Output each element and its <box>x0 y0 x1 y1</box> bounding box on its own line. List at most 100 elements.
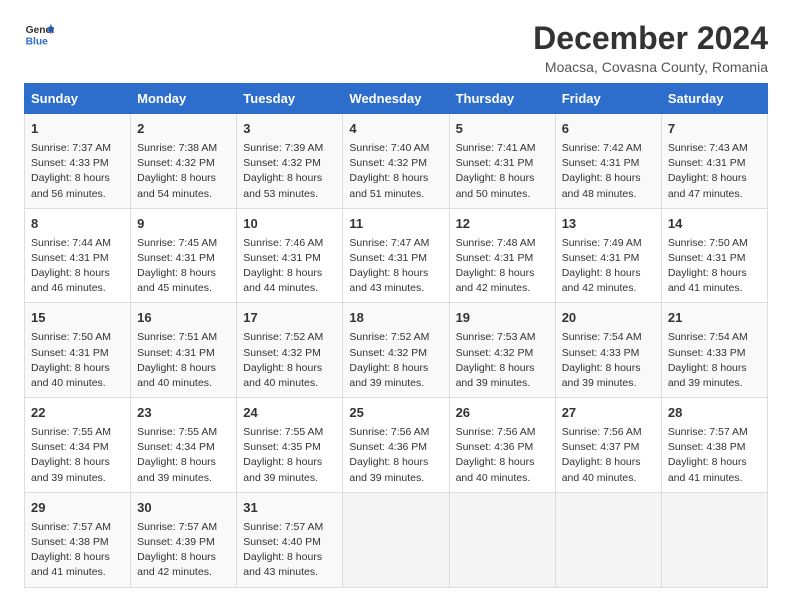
calendar-day: 11Sunrise: 7:47 AMSunset: 4:31 PMDayligh… <box>343 208 449 303</box>
weekday-header-wednesday: Wednesday <box>343 84 449 114</box>
calendar-table: SundayMondayTuesdayWednesdayThursdayFrid… <box>24 83 768 588</box>
daylight-text: Daylight: 8 hours and 39 minutes. <box>31 455 124 485</box>
sunrise-text: Sunrise: 7:56 AM <box>456 425 549 440</box>
day-number: 9 <box>137 215 230 234</box>
day-content: Sunrise: 7:54 AMSunset: 4:33 PMDaylight:… <box>562 330 655 391</box>
calendar-week-4: 22Sunrise: 7:55 AMSunset: 4:34 PMDayligh… <box>25 398 768 493</box>
day-content: Sunrise: 7:53 AMSunset: 4:32 PMDaylight:… <box>456 330 549 391</box>
sunrise-text: Sunrise: 7:52 AM <box>243 330 336 345</box>
calendar-day: 13Sunrise: 7:49 AMSunset: 4:31 PMDayligh… <box>555 208 661 303</box>
sunset-text: Sunset: 4:34 PM <box>31 440 124 455</box>
sunset-text: Sunset: 4:38 PM <box>31 535 124 550</box>
day-content: Sunrise: 7:50 AMSunset: 4:31 PMDaylight:… <box>31 330 124 391</box>
calendar-day: 4Sunrise: 7:40 AMSunset: 4:32 PMDaylight… <box>343 114 449 209</box>
calendar-day: 17 Sunrise: 7:52 AMSunset: 4:32 PMDayligh… <box>237 303 343 398</box>
subtitle: Moacsa, Covasna County, Romania <box>533 59 768 75</box>
calendar-day: 21Sunrise: 7:54 AMSunset: 4:33 PMDayligh… <box>661 303 767 398</box>
sunrise-text: Sunrise: 7:47 AM <box>349 236 442 251</box>
day-content: Sunrise: 7:52 AMSunset: 4:32 PMDaylight:… <box>243 330 336 391</box>
daylight-text: Daylight: 8 hours and 39 minutes. <box>349 361 442 391</box>
day-number: 15 <box>31 309 124 328</box>
daylight-text: Daylight: 8 hours and 51 minutes. <box>349 171 442 201</box>
daylight-text: Daylight: 8 hours and 41 minutes. <box>668 455 761 485</box>
daylight-text: Daylight: 8 hours and 40 minutes. <box>137 361 230 391</box>
calendar-day: 23Sunrise: 7:55 AMSunset: 4:34 PMDayligh… <box>131 398 237 493</box>
page-header: General Blue December 2024 Moacsa, Covas… <box>24 20 768 75</box>
sunset-text: Sunset: 4:31 PM <box>31 251 124 266</box>
day-number: 3 <box>243 120 336 139</box>
day-number: 31 <box>243 499 336 518</box>
sunset-text: Sunset: 4:32 PM <box>456 346 549 361</box>
weekday-header-thursday: Thursday <box>449 84 555 114</box>
day-number: 19 <box>456 309 549 328</box>
day-number: 26 <box>456 404 549 423</box>
day-number: 6 <box>562 120 655 139</box>
calendar-day: 19 Sunrise: 7:53 AMSunset: 4:32 PMDayligh… <box>449 303 555 398</box>
day-number: 28 <box>668 404 761 423</box>
calendar-day: 3 Sunrise: 7:39 AMSunset: 4:32 PMDaylight… <box>237 114 343 209</box>
calendar-day: 24Sunrise: 7:55 AMSunset: 4:35 PMDayligh… <box>237 398 343 493</box>
sunset-text: Sunset: 4:31 PM <box>137 251 230 266</box>
calendar-day: 30Sunrise: 7:57 AMSunset: 4:39 PMDayligh… <box>131 492 237 587</box>
svg-text:Blue: Blue <box>26 36 49 47</box>
sunset-text: Sunset: 4:40 PM <box>243 535 336 550</box>
sunset-text: Sunset: 4:32 PM <box>137 156 230 171</box>
sunset-text: Sunset: 4:31 PM <box>349 251 442 266</box>
sunrise-text: Sunrise: 7:37 AM <box>31 141 124 156</box>
day-content: Sunrise: 7:57 AMSunset: 4:38 PMDaylight:… <box>668 425 761 486</box>
weekday-header-monday: Monday <box>131 84 237 114</box>
weekday-header-row: SundayMondayTuesdayWednesdayThursdayFrid… <box>25 84 768 114</box>
sunset-text: Sunset: 4:33 PM <box>668 346 761 361</box>
calendar-day <box>449 492 555 587</box>
month-title: December 2024 <box>533 20 768 57</box>
sunset-text: Sunset: 4:31 PM <box>668 251 761 266</box>
calendar-day: 12Sunrise: 7:48 AMSunset: 4:31 PMDayligh… <box>449 208 555 303</box>
calendar-day: 22Sunrise: 7:55 AMSunset: 4:34 PMDayligh… <box>25 398 131 493</box>
daylight-text: Daylight: 8 hours and 48 minutes. <box>562 171 655 201</box>
day-number: 10 <box>243 215 336 234</box>
day-content: Sunrise: 7:39 AMSunset: 4:32 PMDaylight:… <box>243 141 336 202</box>
sunrise-text: Sunrise: 7:46 AM <box>243 236 336 251</box>
day-content: Sunrise: 7:55 AMSunset: 4:34 PMDaylight:… <box>31 425 124 486</box>
day-content: Sunrise: 7:56 AMSunset: 4:37 PMDaylight:… <box>562 425 655 486</box>
calendar-day <box>343 492 449 587</box>
daylight-text: Daylight: 8 hours and 45 minutes. <box>137 266 230 296</box>
day-number: 5 <box>456 120 549 139</box>
calendar-day <box>661 492 767 587</box>
day-content: Sunrise: 7:38 AMSunset: 4:32 PMDaylight:… <box>137 141 230 202</box>
day-number: 18 <box>349 309 442 328</box>
day-content: Sunrise: 7:54 AMSunset: 4:33 PMDaylight:… <box>668 330 761 391</box>
sunset-text: Sunset: 4:38 PM <box>668 440 761 455</box>
sunrise-text: Sunrise: 7:55 AM <box>137 425 230 440</box>
sunset-text: Sunset: 4:31 PM <box>243 251 336 266</box>
day-number: 11 <box>349 215 442 234</box>
day-content: Sunrise: 7:51 AMSunset: 4:31 PMDaylight:… <box>137 330 230 391</box>
day-number: 4 <box>349 120 442 139</box>
calendar-day: 28 Sunrise: 7:57 AMSunset: 4:38 PMDayligh… <box>661 398 767 493</box>
calendar-day: 8Sunrise: 7:44 AMSunset: 4:31 PMDaylight… <box>25 208 131 303</box>
day-content: Sunrise: 7:48 AMSunset: 4:31 PMDaylight:… <box>456 236 549 297</box>
daylight-text: Daylight: 8 hours and 39 minutes. <box>349 455 442 485</box>
daylight-text: Daylight: 8 hours and 40 minutes. <box>31 361 124 391</box>
weekday-header-sunday: Sunday <box>25 84 131 114</box>
sunset-text: Sunset: 4:36 PM <box>349 440 442 455</box>
day-content: Sunrise: 7:52 AMSunset: 4:32 PMDaylight:… <box>349 330 442 391</box>
day-number: 17 <box>243 309 336 328</box>
daylight-text: Daylight: 8 hours and 50 minutes. <box>456 171 549 201</box>
day-content: Sunrise: 7:50 AMSunset: 4:31 PMDaylight:… <box>668 236 761 297</box>
sunset-text: Sunset: 4:32 PM <box>243 156 336 171</box>
daylight-text: Daylight: 8 hours and 39 minutes. <box>456 361 549 391</box>
sunset-text: Sunset: 4:35 PM <box>243 440 336 455</box>
daylight-text: Daylight: 8 hours and 40 minutes. <box>243 361 336 391</box>
daylight-text: Daylight: 8 hours and 44 minutes. <box>243 266 336 296</box>
daylight-text: Daylight: 8 hours and 40 minutes. <box>562 455 655 485</box>
calendar-day: 14Sunrise: 7:50 AMSunset: 4:31 PMDayligh… <box>661 208 767 303</box>
day-content: Sunrise: 7:57 AMSunset: 4:39 PMDaylight:… <box>137 520 230 581</box>
logo-icon: General Blue <box>24 20 54 48</box>
sunset-text: Sunset: 4:33 PM <box>31 156 124 171</box>
sunrise-text: Sunrise: 7:55 AM <box>243 425 336 440</box>
title-block: December 2024 Moacsa, Covasna County, Ro… <box>533 20 768 75</box>
sunrise-text: Sunrise: 7:53 AM <box>456 330 549 345</box>
sunrise-text: Sunrise: 7:57 AM <box>31 520 124 535</box>
day-number: 25 <box>349 404 442 423</box>
